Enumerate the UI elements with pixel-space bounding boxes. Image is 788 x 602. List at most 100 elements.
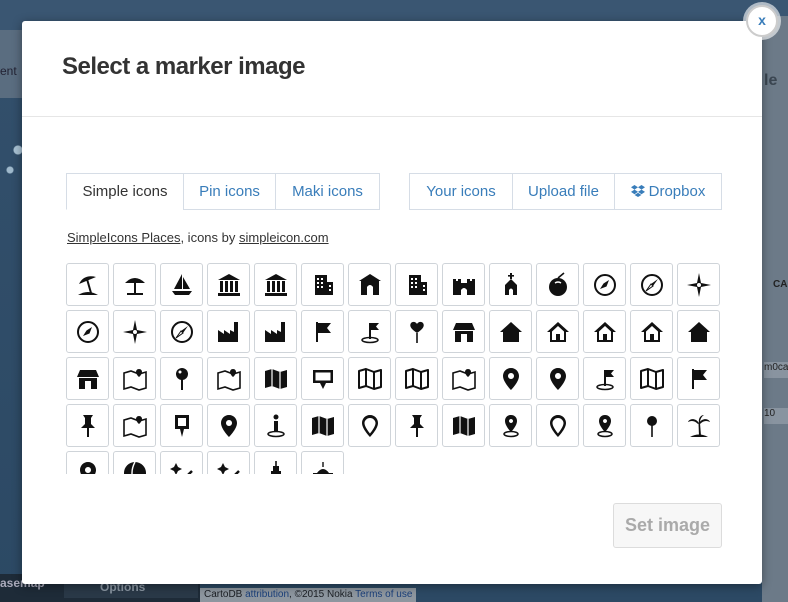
icon-cell[interactable] (113, 357, 156, 400)
icon-cell[interactable] (630, 310, 673, 353)
icon-cell[interactable] (207, 451, 250, 474)
icon-cell[interactable] (536, 310, 579, 353)
tab-simple-icons[interactable]: Simple icons (66, 173, 184, 210)
folded-map-icon (264, 368, 287, 389)
compass-icon (593, 273, 616, 296)
icon-cell[interactable] (348, 263, 391, 306)
icon-cell[interactable] (395, 404, 438, 447)
icon-cell[interactable] (395, 357, 438, 400)
icon-cell[interactable] (677, 357, 720, 400)
set-image-button[interactable]: Set image (613, 503, 722, 548)
icon-cell[interactable] (536, 357, 579, 400)
icon-cell[interactable] (301, 404, 344, 447)
icon-cell[interactable] (207, 357, 250, 400)
icon-cell[interactable] (66, 451, 109, 474)
tab-upload-file[interactable]: Upload file (512, 173, 615, 210)
tab-label: Upload file (528, 183, 599, 200)
icon-cell[interactable] (254, 310, 297, 353)
icon-cell[interactable] (301, 357, 344, 400)
icon-cell[interactable] (583, 310, 626, 353)
map-dark-icon (452, 415, 475, 436)
icon-cell[interactable] (395, 263, 438, 306)
speech-pin-icon (312, 369, 333, 389)
home-outline-icon (546, 321, 569, 342)
icon-cell[interactable] (395, 310, 438, 353)
icon-cell[interactable] (160, 404, 203, 447)
icon-cell[interactable] (160, 310, 203, 353)
location-pin-small-icon (79, 461, 96, 474)
icon-cell[interactable] (301, 263, 344, 306)
icon-cell[interactable] (583, 357, 626, 400)
modal-header: Select a marker image x (22, 5, 778, 117)
icon-cell[interactable] (677, 263, 720, 306)
icon-cell[interactable] (113, 404, 156, 447)
source-link[interactable]: SimpleIcons Places (67, 230, 180, 245)
map-marker-base-icon (502, 414, 519, 437)
icon-cell[interactable] (66, 357, 109, 400)
icon-cell[interactable] (113, 263, 156, 306)
museum-icon (217, 273, 240, 296)
map-pin-folded-icon (451, 368, 476, 391)
icon-cell[interactable] (254, 263, 297, 306)
compass-circle-icon (76, 320, 99, 343)
icon-cell[interactable] (630, 404, 673, 447)
icon-cell[interactable] (677, 310, 720, 353)
icon-cell[interactable] (207, 263, 250, 306)
icon-cell[interactable] (348, 310, 391, 353)
icon-cell[interactable] (348, 404, 391, 447)
icon-cell[interactable] (442, 310, 485, 353)
icon-cell[interactable] (66, 263, 109, 306)
icon-cell[interactable] (489, 357, 532, 400)
icon-cell[interactable] (536, 263, 579, 306)
close-button[interactable]: x (746, 5, 778, 37)
icon-cell[interactable] (160, 263, 203, 306)
icon-cell[interactable] (442, 263, 485, 306)
icon-cell[interactable] (113, 310, 156, 353)
flag-icon (315, 321, 331, 342)
icon-cell[interactable] (583, 263, 626, 306)
icon-cell[interactable] (489, 310, 532, 353)
icon-cell[interactable] (254, 404, 297, 447)
icon-cell[interactable] (207, 404, 250, 447)
tab-maki-icons[interactable]: Maki icons (275, 173, 380, 210)
icon-cell[interactable] (583, 404, 626, 447)
icon-cell[interactable] (489, 263, 532, 306)
icon-cell[interactable] (348, 357, 391, 400)
icon-cell[interactable] (254, 451, 297, 474)
icon-cell[interactable] (489, 404, 532, 447)
icon-cell[interactable] (301, 451, 344, 474)
icon-cell[interactable] (630, 263, 673, 306)
icon-cell[interactable] (207, 310, 250, 353)
icon-cell[interactable] (160, 451, 203, 474)
icon-cell[interactable] (254, 357, 297, 400)
location-pin-ring-icon (549, 414, 566, 437)
tab-your-icons[interactable]: Your icons (409, 173, 513, 210)
map-pin-area-icon (122, 415, 147, 438)
icon-cell[interactable] (66, 310, 109, 353)
icon-cell[interactable] (677, 404, 720, 447)
right-panel-field: m0ca (764, 362, 788, 378)
tab-pin-icons[interactable]: Pin icons (183, 173, 276, 210)
skyscraper-icon (408, 274, 427, 295)
map-outline-icon (357, 367, 382, 390)
icon-cell[interactable] (442, 404, 485, 447)
icon-cell[interactable] (66, 404, 109, 447)
beach-ball-icon (123, 461, 146, 474)
icon-cell[interactable] (442, 357, 485, 400)
icon-cell[interactable] (113, 451, 156, 474)
tab-dropbox[interactable]: Dropbox (614, 173, 722, 210)
right-panel-number: 10 (764, 408, 788, 424)
icon-cell[interactable] (630, 357, 673, 400)
icon-cell[interactable] (160, 357, 203, 400)
wind-rose-icon (122, 319, 147, 344)
flag-pin-icon (360, 322, 379, 343)
icon-cell[interactable] (301, 310, 344, 353)
source-site-link[interactable]: simpleicon.com (239, 230, 329, 245)
right-panel-label: le (764, 72, 778, 89)
map-flag-icon (216, 368, 241, 391)
icon-grid-viewport[interactable] (66, 263, 726, 474)
thumbtack-icon (80, 414, 95, 437)
coconut-drink-icon (548, 271, 567, 296)
icon-cell[interactable] (536, 404, 579, 447)
factory-alt-icon (264, 321, 285, 342)
